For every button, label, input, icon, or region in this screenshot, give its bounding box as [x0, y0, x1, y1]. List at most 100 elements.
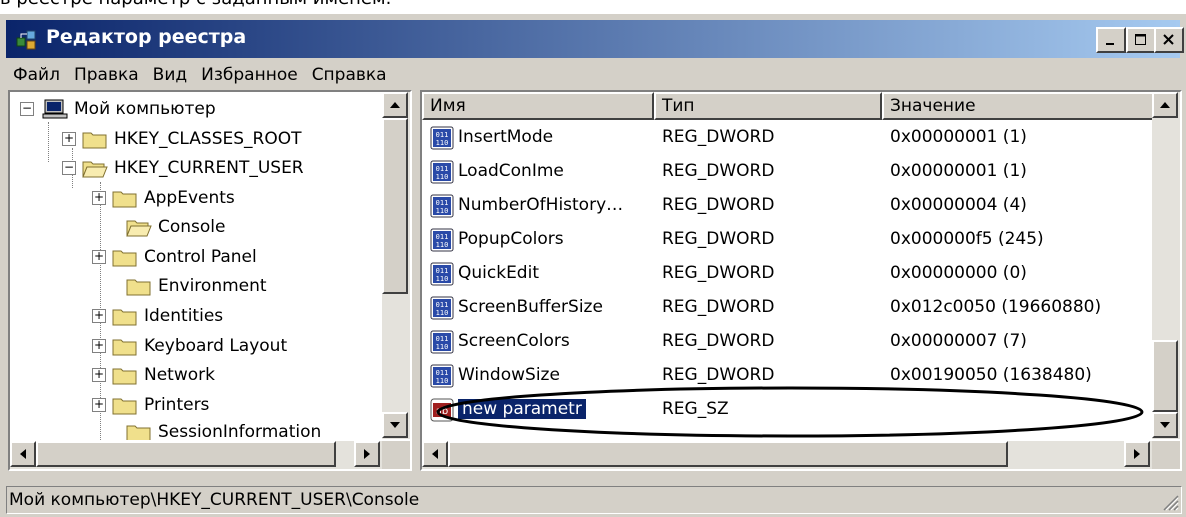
status-path: Мой компьютер\HKEY_CURRENT_USER\Console	[9, 490, 420, 510]
list-vertical-scrollbar[interactable]	[1152, 92, 1180, 439]
value-row[interactable]: 011 110 PopupColors REG_DWORD 0x000000f5 (24…	[422, 224, 1154, 255]
arrow-left-icon	[20, 449, 26, 459]
tree-label: HKEY_CURRENT_USER	[114, 158, 304, 178]
svg-text:110: 110	[436, 207, 449, 215]
svg-text:011: 011	[436, 335, 449, 343]
scroll-right-button[interactable]	[354, 441, 380, 467]
computer-icon	[42, 99, 68, 119]
scroll-corner	[1152, 441, 1180, 469]
value-data: 0x00000001 (1)	[890, 161, 1027, 181]
value-data: 0x00000007 (7)	[890, 331, 1027, 351]
scroll-thumb[interactable]	[448, 441, 1008, 467]
tree-label: Network	[144, 365, 215, 385]
status-bar: Мой компьютер\HKEY_CURRENT_USER\Console	[6, 486, 1182, 514]
tree-label: SessionInformation	[158, 422, 322, 440]
svg-text:110: 110	[436, 139, 449, 147]
tree-label: Control Panel	[144, 247, 257, 267]
expand-toggle[interactable]: +	[92, 250, 106, 264]
value-row[interactable]: 011 110 QuickEdit REG_DWORD 0x00000000 (0)	[422, 258, 1154, 289]
tree-item-environment[interactable]: Environment	[112, 271, 267, 301]
scroll-thumb[interactable]	[36, 441, 336, 467]
values-list[interactable]: Имя Тип Значение 011 110 InsertMode REG_DWO…	[420, 90, 1182, 471]
expand-toggle[interactable]: +	[92, 398, 106, 412]
menu-help[interactable]: Справка	[305, 65, 394, 85]
minimize-button[interactable]	[1096, 27, 1126, 53]
scroll-down-button[interactable]	[1152, 412, 1178, 438]
svg-text:011: 011	[436, 233, 449, 241]
value-row[interactable]: 011 110 InsertMode REG_DWORD 0x00000001 (1)	[422, 122, 1154, 153]
value-data: 0x000000f5 (245)	[890, 229, 1044, 249]
value-name: ScreenColors	[458, 331, 570, 351]
svg-text:110: 110	[436, 275, 449, 283]
svg-text:011: 011	[436, 301, 449, 309]
tree-label: AppEvents	[144, 188, 235, 208]
value-name: LoadConIme	[458, 161, 564, 181]
tree-item-printers[interactable]: + Printers	[92, 390, 209, 420]
tree-item-console[interactable]: Console	[112, 212, 226, 242]
list-horizontal-scrollbar[interactable]	[422, 441, 1152, 469]
value-type: REG_DWORD	[662, 195, 775, 215]
menu-edit[interactable]: Правка	[67, 65, 146, 85]
scroll-up-button[interactable]	[1152, 92, 1178, 118]
tree-label: Printers	[144, 395, 210, 415]
collapse-toggle[interactable]: −	[20, 102, 34, 116]
tree-item-network[interactable]: + Network	[92, 360, 215, 390]
tree-label: Console	[158, 217, 226, 237]
maximize-button[interactable]	[1126, 27, 1156, 53]
scroll-thumb[interactable]	[382, 118, 408, 294]
svg-text:110: 110	[436, 343, 449, 351]
expand-toggle[interactable]: +	[92, 191, 106, 205]
folder-icon	[112, 336, 138, 356]
value-name: InsertMode	[458, 127, 554, 147]
resize-grip-icon[interactable]	[1159, 491, 1179, 511]
value-row[interactable]: 011 110 ScreenColors REG_DWORD 0x00000007 (7…	[422, 326, 1154, 357]
value-data: 0x00000001 (1)	[890, 127, 1027, 147]
tree-item-keyboard-layout[interactable]: + Keyboard Layout	[92, 331, 287, 361]
scroll-up-button[interactable]	[382, 92, 408, 118]
close-button[interactable]	[1154, 27, 1184, 53]
value-row[interactable]: 011 110 NumberOfHistory… REG_DWORD 0x0000000…	[422, 190, 1154, 221]
menu-file[interactable]: Файл	[6, 65, 67, 85]
column-header-value[interactable]: Значение	[882, 92, 1156, 120]
window-title: Редактор реестра	[46, 26, 247, 48]
value-type: REG_DWORD	[662, 297, 775, 317]
tree-item-session-information[interactable]: SessionInformation	[112, 418, 321, 440]
dword-value-icon: 011 110	[430, 228, 454, 252]
tree-item-hkcr[interactable]: + HKEY_CLASSES_ROOT	[62, 124, 302, 154]
expand-toggle[interactable]: +	[92, 309, 106, 323]
value-name: ScreenBufferSize	[458, 297, 603, 317]
highlight-ellipse	[436, 386, 1144, 438]
tree-item-identities[interactable]: + Identities	[92, 301, 223, 331]
expand-toggle[interactable]: +	[92, 368, 106, 382]
expand-toggle[interactable]: +	[62, 132, 76, 146]
title-bar[interactable]: Редактор реестра	[6, 20, 1184, 58]
scroll-thumb[interactable]	[1152, 340, 1178, 412]
menu-view[interactable]: Вид	[146, 65, 194, 85]
value-row[interactable]: 011 110 LoadConIme REG_DWORD 0x00000001 (1)	[422, 156, 1154, 187]
tree-label: Environment	[158, 276, 267, 296]
scroll-right-button[interactable]	[1124, 441, 1150, 467]
tree-item-my-computer[interactable]: − Мой компьютер	[20, 94, 216, 124]
expand-toggle[interactable]: +	[92, 339, 106, 353]
value-row[interactable]: 011 110 ScreenBufferSize REG_DWORD 0x012c005…	[422, 292, 1154, 323]
svg-text:110: 110	[436, 173, 449, 181]
menu-favorites[interactable]: Избранное	[194, 65, 305, 85]
scroll-left-button[interactable]	[422, 441, 448, 467]
column-header-name[interactable]: Имя	[422, 92, 654, 120]
collapse-toggle[interactable]: −	[62, 161, 76, 175]
scroll-down-button[interactable]	[382, 412, 408, 438]
tree-item-hkcu[interactable]: − HKEY_CURRENT_USER	[62, 153, 304, 183]
folder-icon	[82, 129, 108, 149]
tree-vertical-scrollbar[interactable]	[382, 92, 410, 439]
svg-text:110: 110	[436, 309, 449, 317]
dword-value-icon: 011 110	[430, 160, 454, 184]
scroll-left-button[interactable]	[10, 441, 36, 467]
value-name: PopupColors	[458, 229, 564, 249]
tree-item-control-panel[interactable]: + Control Panel	[92, 242, 257, 272]
folder-icon	[112, 365, 138, 385]
registry-tree[interactable]: − Мой компьютер + HKEY_CLASSES_ROOT − HK…	[8, 90, 412, 471]
tree-horizontal-scrollbar[interactable]	[10, 441, 382, 469]
value-data: 0x00000004 (4)	[890, 195, 1027, 215]
column-header-type[interactable]: Тип	[654, 92, 882, 120]
tree-item-appevents[interactable]: + AppEvents	[92, 183, 235, 213]
